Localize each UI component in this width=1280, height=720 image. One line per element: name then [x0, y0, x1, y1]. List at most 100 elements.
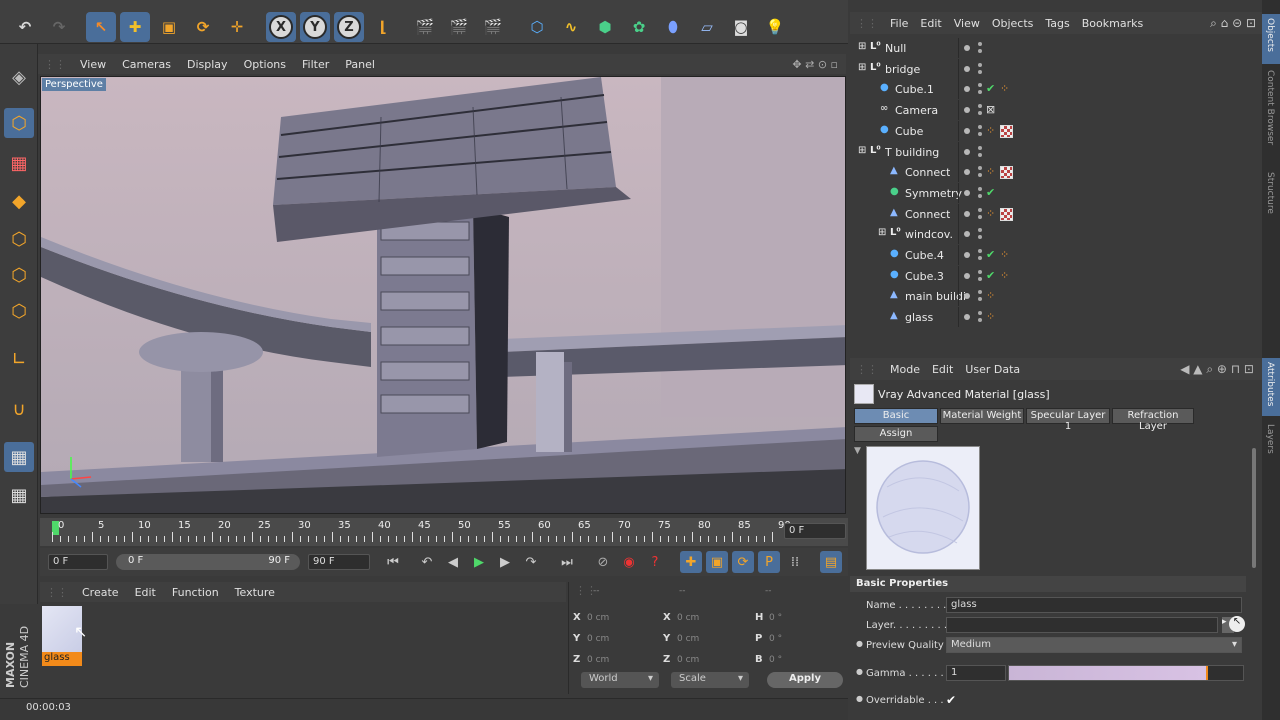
snap-magnet-icon[interactable]: ∪	[4, 394, 34, 424]
texture-tag-icon[interactable]	[1000, 166, 1013, 180]
array-icon[interactable]: ✿	[624, 12, 654, 42]
menu-view[interactable]: View	[948, 17, 986, 30]
menu-display[interactable]: Display	[179, 58, 236, 71]
texture-tag-icon[interactable]	[1000, 124, 1013, 138]
layer-dot-icon[interactable]	[964, 314, 970, 321]
coord-value[interactable]: 0 °	[769, 655, 782, 665]
visibility-dots-icon[interactable]	[978, 62, 982, 67]
previous-key-icon[interactable]: ↶	[416, 551, 438, 573]
tab-assign[interactable]: Assign	[854, 426, 938, 442]
coord-value[interactable]: 0 °	[769, 613, 782, 623]
enabled-check-icon[interactable]: ✔	[986, 186, 995, 199]
tab-basic[interactable]: Basic	[854, 408, 938, 424]
z-axis-lock-icon[interactable]: Z	[334, 12, 364, 42]
visibility-dots-icon[interactable]	[978, 290, 982, 295]
tab-objects[interactable]: Objects	[1265, 18, 1275, 52]
object-row[interactable]: ⊞ L⁰ Null	[850, 38, 1262, 58]
coord-value[interactable]: 0 cm	[587, 613, 609, 623]
object-name[interactable]: Cube.3	[905, 270, 944, 283]
object-row[interactable]: ▲ Connect ⁘	[850, 162, 1262, 183]
object-name[interactable]: bridge	[885, 63, 920, 76]
previous-frame-icon[interactable]: ◀	[442, 551, 464, 573]
phong-tag-icon[interactable]: ⁘	[1000, 269, 1009, 282]
collapse-preview-icon[interactable]: ▼	[854, 446, 861, 456]
expand-icon[interactable]: ⊞	[858, 41, 866, 52]
light-icon[interactable]: 💡	[760, 12, 790, 42]
visibility-dots-icon[interactable]	[978, 186, 982, 191]
phong-tag-icon[interactable]: ⁘	[1000, 248, 1009, 261]
transform-tool-icon[interactable]: ✛	[222, 12, 252, 42]
menu-user-data[interactable]: User Data	[959, 363, 1026, 376]
object-row[interactable]: ▲ main buildin ⁘	[850, 286, 1262, 307]
key-position-icon[interactable]: ✚	[680, 551, 702, 573]
timeline-ruler[interactable]: 051015202530354045505560657075808590 0 F	[40, 518, 848, 546]
visibility-dots-icon[interactable]	[978, 269, 982, 274]
object-row[interactable]: ▲ glass ⁘	[850, 307, 1262, 328]
coord-value[interactable]: 0 cm	[677, 634, 699, 644]
make-editable-icon[interactable]: ◈	[4, 62, 34, 92]
key-scale-icon[interactable]: ▣	[706, 551, 728, 573]
next-frame-icon[interactable]: ▶	[494, 551, 516, 573]
object-name[interactable]: Connect	[905, 166, 950, 179]
key-point-level-icon[interactable]: ⁞⁞	[784, 551, 806, 573]
coordinate-system-icon[interactable]: ⌊	[368, 12, 398, 42]
tab-structure[interactable]: Structure	[1265, 172, 1275, 214]
object-row[interactable]: ● Symmetry ✔	[850, 182, 1262, 203]
object-name[interactable]: T building	[885, 146, 939, 159]
render-settings-icon[interactable]: 🎬	[478, 12, 508, 42]
object-row[interactable]: ● Cube ⁘	[850, 120, 1262, 141]
object-row[interactable]: ● Cube.4 ✔ ⁘	[850, 245, 1262, 265]
object-name[interactable]: windcov.	[905, 228, 953, 241]
phong-tag-icon[interactable]: ⁘	[986, 165, 995, 178]
coord-value[interactable]: 0 cm	[587, 655, 609, 665]
object-row[interactable]: ⊞ L⁰ T building	[850, 141, 1262, 162]
size-mode-dropdown[interactable]: Scale ▾	[671, 672, 749, 688]
coord-value[interactable]: 0 cm	[587, 634, 609, 644]
menu-filter[interactable]: Filter	[294, 58, 337, 71]
workplane-mode-icon[interactable]: ◆	[4, 186, 34, 216]
phong-tag-icon[interactable]: ⁘	[986, 124, 995, 137]
visibility-dots-icon[interactable]	[978, 166, 982, 171]
object-row[interactable]: ⊞ L⁰ bridge	[850, 58, 1262, 79]
coord-value[interactable]: 0 cm	[677, 613, 699, 623]
layer-dot-icon[interactable]	[964, 210, 970, 217]
texture-tag-icon[interactable]	[1000, 207, 1013, 221]
model-mode-icon[interactable]: ⬡	[4, 108, 34, 138]
object-name[interactable]: Symmetry	[905, 187, 962, 200]
planar-workplane-icon[interactable]: ▦	[4, 480, 34, 510]
visibility-dots-icon[interactable]	[978, 207, 982, 212]
phong-tag-icon[interactable]: ⁘	[986, 207, 995, 220]
record-active-icon[interactable]: ◉	[618, 551, 640, 573]
start-frame-field[interactable]: 0 F	[48, 554, 108, 570]
preview-quality-dropdown[interactable]: Medium ▾	[946, 637, 1242, 653]
menu-objects[interactable]: Objects	[986, 17, 1040, 30]
camera-tag-icon[interactable]: ⊠	[986, 103, 995, 116]
layer-dot-icon[interactable]	[964, 189, 970, 196]
tab-attributes[interactable]: Attributes	[1265, 362, 1275, 406]
visibility-dots-icon[interactable]	[978, 249, 982, 253]
expand-icon[interactable]: ⊞	[878, 227, 886, 238]
attribute-scrollbar[interactable]	[1252, 448, 1256, 568]
coordinate-space-dropdown[interactable]: World ▾	[581, 672, 659, 688]
camera-object-icon[interactable]: ◙	[726, 12, 756, 42]
preview-range-slider[interactable]: 0 F 90 F	[116, 554, 300, 570]
edges-mode-icon[interactable]: ⬡	[4, 260, 34, 290]
current-frame-field[interactable]: 0 F	[784, 523, 846, 539]
tab-specular-layer-1[interactable]: Specular Layer 1	[1026, 408, 1110, 432]
object-name[interactable]: Camera	[895, 104, 938, 117]
visibility-dots-icon[interactable]	[978, 104, 982, 109]
layer-dot-icon[interactable]	[964, 293, 970, 300]
menu-file[interactable]: File	[884, 17, 914, 30]
visibility-dots-icon[interactable]	[978, 228, 982, 233]
coord-value[interactable]: 0 cm	[677, 655, 699, 665]
visibility-dots-icon[interactable]	[978, 83, 982, 88]
layer-dot-icon[interactable]	[964, 231, 970, 238]
phong-tag-icon[interactable]: ⁘	[1000, 82, 1009, 95]
object-row[interactable]: ● Cube.3 ✔ ⁘	[850, 265, 1262, 286]
apply-button[interactable]: Apply	[767, 672, 843, 688]
render-view-icon[interactable]: 🎬	[410, 12, 440, 42]
attribute-nav-icons[interactable]: ◀ ▲ ⌕ ⊕ ⊓ ⊡	[1180, 362, 1254, 377]
tab-content-browser[interactable]: Content Browser	[1265, 70, 1275, 145]
record-off-icon[interactable]: ⊘	[592, 551, 614, 573]
menu-panel[interactable]: Panel	[337, 58, 383, 71]
